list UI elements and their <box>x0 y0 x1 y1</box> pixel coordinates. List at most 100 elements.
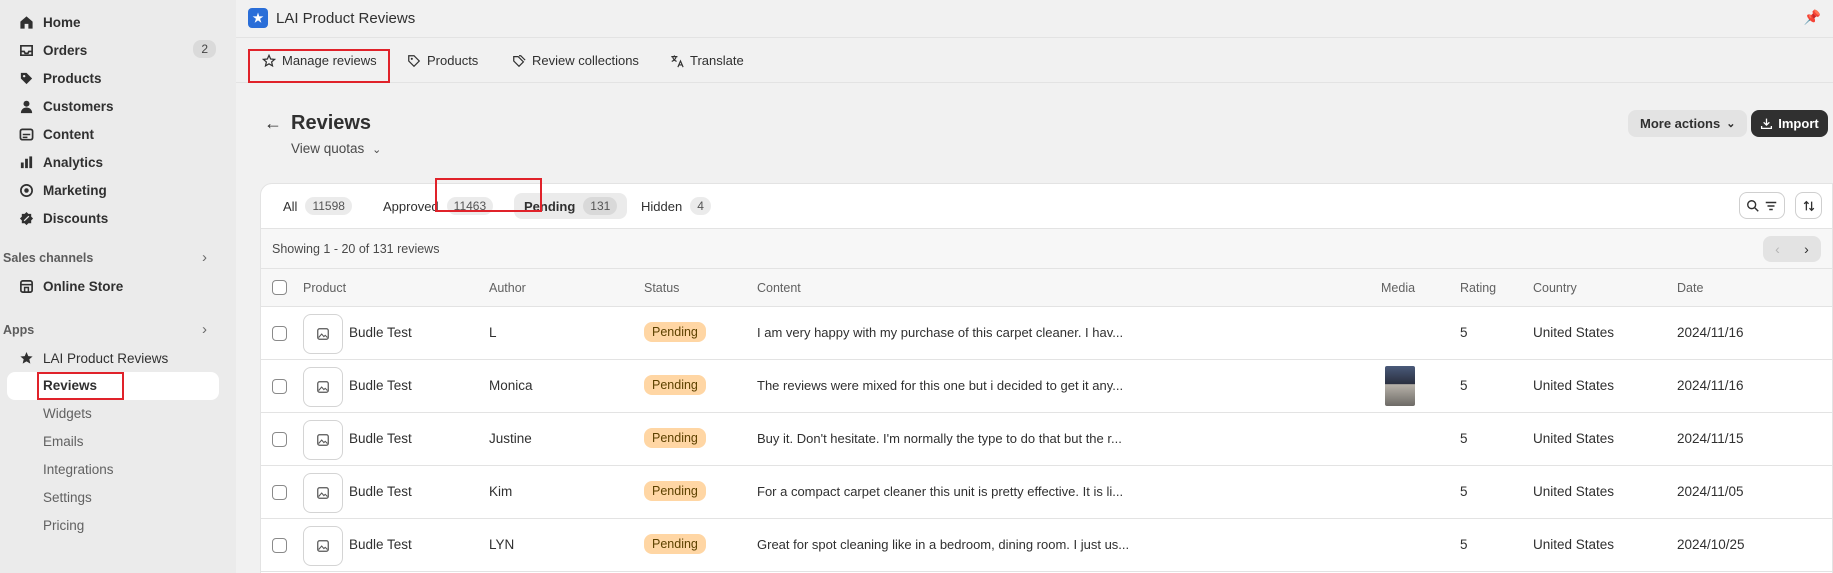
author-name: LYN <box>489 537 515 552</box>
table-row[interactable]: Budle Test Justine Pending Buy it. Don't… <box>261 413 1832 466</box>
sort-button[interactable] <box>1795 192 1822 219</box>
sidebar-item-online-store[interactable]: Online Store <box>0 272 236 300</box>
country-value: United States <box>1533 484 1615 499</box>
app-nav: Manage reviews Products Review collectio… <box>236 39 1833 83</box>
product-thumbnail <box>303 314 343 354</box>
select-all-checkbox[interactable] <box>272 280 287 295</box>
pagination: ‹ › <box>1763 236 1821 262</box>
view-quotas-button[interactable]: View quotas ⌄ <box>291 141 381 156</box>
rating-value: 5 <box>1460 325 1468 340</box>
inbox-icon <box>18 42 34 58</box>
sales-channels-chevron-icon[interactable]: › <box>202 249 207 266</box>
sidebar-item-marketing[interactable]: Marketing <box>0 176 236 204</box>
image-placeholder-icon <box>317 434 329 446</box>
sidebar-item-lai-product-reviews[interactable]: LAI Product Reviews <box>0 344 236 372</box>
product-name[interactable]: Budle Test <box>349 431 412 446</box>
filter-tab-approved[interactable]: Approved 11463 <box>383 197 494 215</box>
product-name[interactable]: Budle Test <box>349 325 412 340</box>
person-icon <box>18 98 34 114</box>
content-icon <box>18 126 34 142</box>
translate-icon <box>671 54 684 67</box>
filter-tab-all[interactable]: All 11598 <box>283 197 352 215</box>
review-media-thumbnail[interactable] <box>1385 366 1415 406</box>
product-thumbnail <box>303 367 343 407</box>
review-content[interactable]: For a compact carpet cleaner this unit i… <box>757 484 1123 499</box>
sidebar-subitem-settings[interactable]: Settings <box>43 490 92 505</box>
chevron-down-icon: ⌄ <box>372 144 382 156</box>
country-value: United States <box>1533 325 1615 340</box>
sidebar-item-analytics[interactable]: Analytics <box>0 148 236 176</box>
review-content[interactable]: Buy it. Don't hesitate. I'm normally the… <box>757 431 1122 446</box>
status-badge: Pending <box>644 534 706 554</box>
sidebar-item-orders[interactable]: Orders 2 <box>0 36 236 64</box>
sort-icon <box>1803 200 1814 211</box>
sidebar-subitem-pricing[interactable]: Pricing <box>43 518 84 533</box>
store-icon <box>18 278 34 294</box>
import-button[interactable]: Import <box>1751 110 1828 137</box>
rating-value: 5 <box>1460 378 1468 393</box>
app-star-icon <box>18 350 34 366</box>
tab-review-collections[interactable]: Review collections <box>512 53 639 68</box>
more-actions-button[interactable]: More actions ⌄ <box>1628 110 1748 137</box>
bar-chart-icon <box>18 154 34 170</box>
col-content: Content <box>757 281 801 295</box>
sidebar-item-content[interactable]: Content <box>0 120 236 148</box>
row-checkbox[interactable] <box>272 432 287 447</box>
sidebar-subitem-reviews[interactable]: Reviews <box>7 372 219 400</box>
row-checkbox[interactable] <box>272 379 287 394</box>
tab-products[interactable]: Products <box>407 53 478 68</box>
orders-count-badge: 2 <box>193 40 216 58</box>
table-row[interactable]: Budle Test LYN Pending Great for spot cl… <box>261 519 1832 572</box>
tags-icon <box>513 54 526 67</box>
page-title: Reviews <box>291 112 372 134</box>
table-row[interactable]: Budle Test Kim Pending For a compact car… <box>261 466 1832 519</box>
sidebar-item-discounts[interactable]: Discounts <box>0 204 236 232</box>
app-title: LAI Product Reviews <box>276 10 416 27</box>
apps-chevron-icon[interactable]: › <box>202 321 207 338</box>
app-title-bar: ★ LAI Product Reviews 📌 <box>236 0 1833 38</box>
image-placeholder-icon <box>317 487 329 499</box>
sidebar-subitem-integrations[interactable]: Integrations <box>43 462 114 477</box>
tab-manage-reviews[interactable]: Manage reviews <box>262 53 377 68</box>
search-filter-button[interactable] <box>1739 192 1785 219</box>
row-checkbox[interactable] <box>272 326 287 341</box>
tab-translate[interactable]: Translate <box>670 53 744 68</box>
author-name: Monica <box>489 378 533 393</box>
sidebar-item-home[interactable]: Home <box>0 8 236 36</box>
filter-tab-hidden[interactable]: Hidden 4 <box>641 197 711 215</box>
filter-tab-pending[interactable]: Pending 131 <box>514 193 628 219</box>
review-content[interactable]: I am very happy with my purchase of this… <box>757 325 1123 340</box>
product-name[interactable]: Budle Test <box>349 484 412 499</box>
sidebar-subitem-emails[interactable]: Emails <box>43 434 84 449</box>
status-badge: Pending <box>644 428 706 448</box>
next-page-icon[interactable]: › <box>1792 236 1821 262</box>
product-name[interactable]: Budle Test <box>349 378 412 393</box>
row-checkbox[interactable] <box>272 538 287 553</box>
results-summary: Showing 1 - 20 of 131 reviews <box>272 242 440 256</box>
pin-icon[interactable]: 📌 <box>1804 9 1821 26</box>
sidebar-subitem-widgets[interactable]: Widgets <box>43 406 92 421</box>
status-badge: Pending <box>644 481 706 501</box>
image-placeholder-icon <box>317 540 329 552</box>
image-placeholder-icon <box>317 328 329 340</box>
rating-value: 5 <box>1460 484 1468 499</box>
product-thumbnail <box>303 420 343 460</box>
date-value: 2024/11/16 <box>1677 325 1744 340</box>
sidebar-item-customers[interactable]: Customers <box>0 92 236 120</box>
product-name[interactable]: Budle Test <box>349 537 412 552</box>
country-value: United States <box>1533 431 1615 446</box>
home-icon <box>18 14 34 30</box>
review-content[interactable]: The reviews were mixed for this one but … <box>757 378 1123 393</box>
sidebar-item-products[interactable]: Products <box>0 64 236 92</box>
admin-sidebar: Home Orders 2 Products Customers Content… <box>0 0 236 573</box>
review-content[interactable]: Great for spot cleaning like in a bedroo… <box>757 537 1129 552</box>
back-arrow-icon[interactable]: ← <box>264 113 282 134</box>
author-name: Kim <box>489 484 513 499</box>
col-status: Status <box>644 281 680 295</box>
table-row[interactable]: Budle Test L Pending I am very happy wit… <box>261 307 1832 360</box>
author-name: Justine <box>489 431 532 446</box>
filter-lines-icon <box>1765 201 1777 210</box>
row-checkbox[interactable] <box>272 485 287 500</box>
prev-page-icon[interactable]: ‹ <box>1763 236 1792 262</box>
table-row[interactable]: Budle Test Monica Pending The reviews we… <box>261 360 1832 413</box>
